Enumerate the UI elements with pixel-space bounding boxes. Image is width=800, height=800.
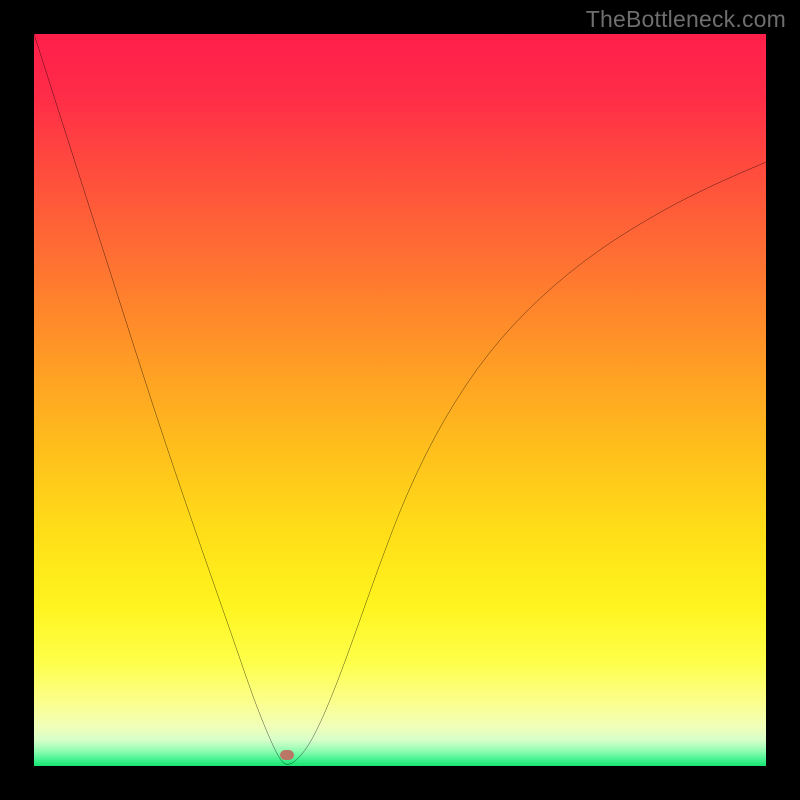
chart-frame (34, 34, 766, 766)
watermark-text: TheBottleneck.com (586, 6, 786, 33)
optimal-point-marker (280, 750, 294, 760)
background-gradient (34, 34, 766, 766)
